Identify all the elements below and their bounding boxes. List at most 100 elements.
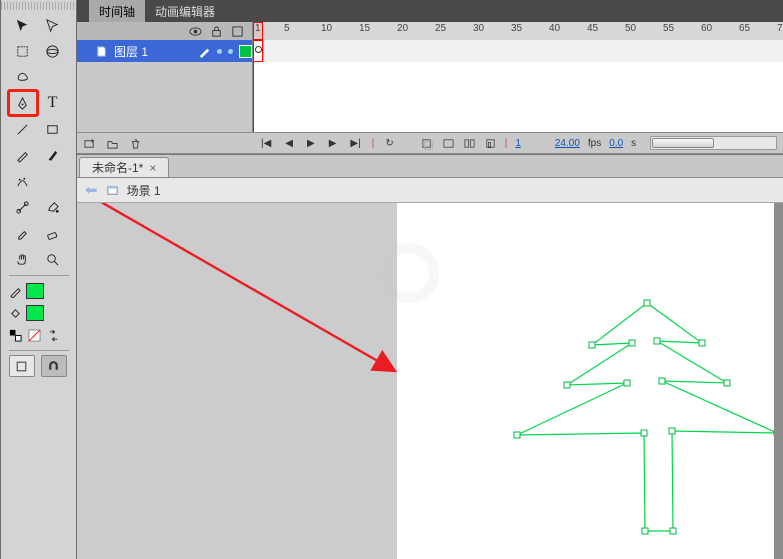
ruler-tick: 25 [435, 23, 446, 34]
fps-value[interactable]: 24.00 [555, 138, 580, 149]
timeline-panel: 1 5 10 15 20 25 30 35 40 45 50 55 60 65 … [77, 22, 783, 155]
ruler-tick: 1 [255, 23, 261, 34]
new-layer-icon[interactable] [83, 137, 96, 150]
hand-tool[interactable] [9, 247, 37, 271]
ruler-tick: 45 [587, 23, 598, 34]
close-tab-icon[interactable]: × [149, 161, 156, 175]
new-folder-icon[interactable] [106, 137, 119, 150]
swap-colors-icon[interactable] [47, 329, 60, 342]
fill-bucket-icon [9, 307, 22, 320]
ruler-tick: 65 [739, 23, 750, 34]
layer-name: 图层 1 [114, 43, 148, 60]
ruler-tick: 70 [777, 23, 783, 34]
ruler-tick: 60 [701, 23, 712, 34]
loop-button[interactable]: ↻ [382, 138, 396, 149]
ruler-tick: 50 [625, 23, 636, 34]
back-icon[interactable]: ⬅ [85, 181, 98, 199]
stroke-color-swatch[interactable] [26, 283, 44, 299]
zoom-tool[interactable] [39, 247, 67, 271]
brush-tool[interactable] [39, 143, 67, 167]
next-frame-button[interactable]: ▶ [326, 138, 340, 149]
text-tool[interactable]: T [39, 91, 67, 115]
blank-slot-1 [39, 65, 67, 89]
scene-name[interactable]: 场景 1 [127, 182, 161, 199]
free-transform-tool[interactable] [9, 39, 37, 63]
tool-panel: T [0, 0, 77, 559]
lock-icon[interactable] [210, 25, 223, 38]
first-frame-button[interactable]: |◀ [258, 138, 274, 149]
layer-outline-swatch[interactable] [239, 45, 252, 58]
blank-slot-2 [39, 169, 67, 193]
timeline-scrollbar[interactable] [650, 136, 777, 150]
edit-multiple-icon[interactable] [463, 137, 476, 150]
watermark-circle [379, 243, 439, 303]
ruler-tick: 5 [284, 23, 290, 34]
current-frame[interactable]: 1 [515, 138, 521, 149]
elapsed-seconds[interactable]: 0.0 [609, 138, 623, 149]
layer-visibility-dot[interactable] [217, 49, 222, 54]
bone-tool[interactable] [9, 195, 37, 219]
visibility-icon[interactable] [189, 25, 202, 38]
eyedropper-tool[interactable] [9, 221, 37, 245]
onion-skin-icon[interactable] [421, 137, 434, 150]
frame-area-empty [253, 62, 783, 132]
tab-timeline[interactable]: 时间轴 [89, 0, 145, 22]
scene-icon [106, 184, 119, 197]
last-frame-button[interactable]: ▶| [347, 138, 363, 149]
layer-page-icon [95, 45, 108, 58]
right-scroll-gutter [774, 203, 783, 559]
layer-edit-icon [198, 45, 211, 58]
snap-icon[interactable] [41, 355, 67, 377]
lasso-tool[interactable] [9, 65, 37, 89]
document-tabbar: 未命名-1* × [77, 155, 783, 178]
delete-layer-icon[interactable] [129, 137, 142, 150]
frame-track[interactable] [252, 40, 783, 62]
keyframe-1[interactable] [253, 40, 264, 62]
stroke-pencil-icon [9, 285, 22, 298]
black-and-white-icon[interactable] [9, 329, 22, 342]
layer-row[interactable]: 图层 1 [77, 40, 252, 62]
divider-2 [9, 350, 69, 351]
deco-tool[interactable] [9, 169, 37, 193]
stage-area[interactable] [77, 203, 783, 559]
selection-tool[interactable] [9, 13, 37, 37]
fps-unit: fps [588, 138, 601, 149]
pencil-tool[interactable] [9, 143, 37, 167]
3d-rotation-tool[interactable] [39, 39, 67, 63]
marker-icon[interactable]: [] [484, 137, 497, 150]
ruler-tick: 20 [397, 23, 408, 34]
tree-vector-shape[interactable] [497, 293, 783, 559]
divider [9, 275, 69, 276]
stage[interactable] [397, 203, 783, 559]
options-icon[interactable] [9, 355, 35, 377]
paint-bucket-tool[interactable] [39, 195, 67, 219]
pen-tool[interactable] [9, 91, 37, 115]
ruler-tick: 10 [321, 23, 332, 34]
seconds-unit: s [631, 138, 636, 149]
edit-bar: ⬅ 场景 1 [77, 178, 783, 203]
ruler-tick: 40 [549, 23, 560, 34]
no-color-icon[interactable] [28, 329, 41, 342]
tab-motion-editor[interactable]: 动画编辑器 [145, 0, 225, 22]
line-tool[interactable] [9, 117, 37, 141]
document-tab-label: 未命名-1* [92, 159, 143, 176]
document-tab[interactable]: 未命名-1* × [79, 157, 169, 177]
frame-ruler[interactable]: 1 5 10 15 20 25 30 35 40 45 50 55 60 65 … [252, 22, 783, 40]
rectangle-tool[interactable] [39, 117, 67, 141]
pasteboard [77, 203, 398, 559]
onion-outlines-icon[interactable] [442, 137, 455, 150]
panel-tabbar: 时间轴 动画编辑器 [77, 0, 783, 22]
layer-lock-dot[interactable] [228, 49, 233, 54]
fill-color-swatch[interactable] [26, 305, 44, 321]
panel-grip[interactable] [1, 2, 76, 10]
play-button[interactable]: ▶ [304, 138, 318, 149]
ruler-tick: 30 [473, 23, 484, 34]
prev-frame-button[interactable]: ◀ [282, 138, 296, 149]
subselection-tool[interactable] [39, 13, 67, 37]
eraser-tool[interactable] [39, 221, 67, 245]
scrollbar-thumb[interactable] [652, 138, 714, 148]
layer-list-empty [77, 62, 253, 132]
ruler-tick: 55 [663, 23, 674, 34]
ruler-tick: 15 [359, 23, 370, 34]
outline-icon[interactable] [231, 25, 244, 38]
